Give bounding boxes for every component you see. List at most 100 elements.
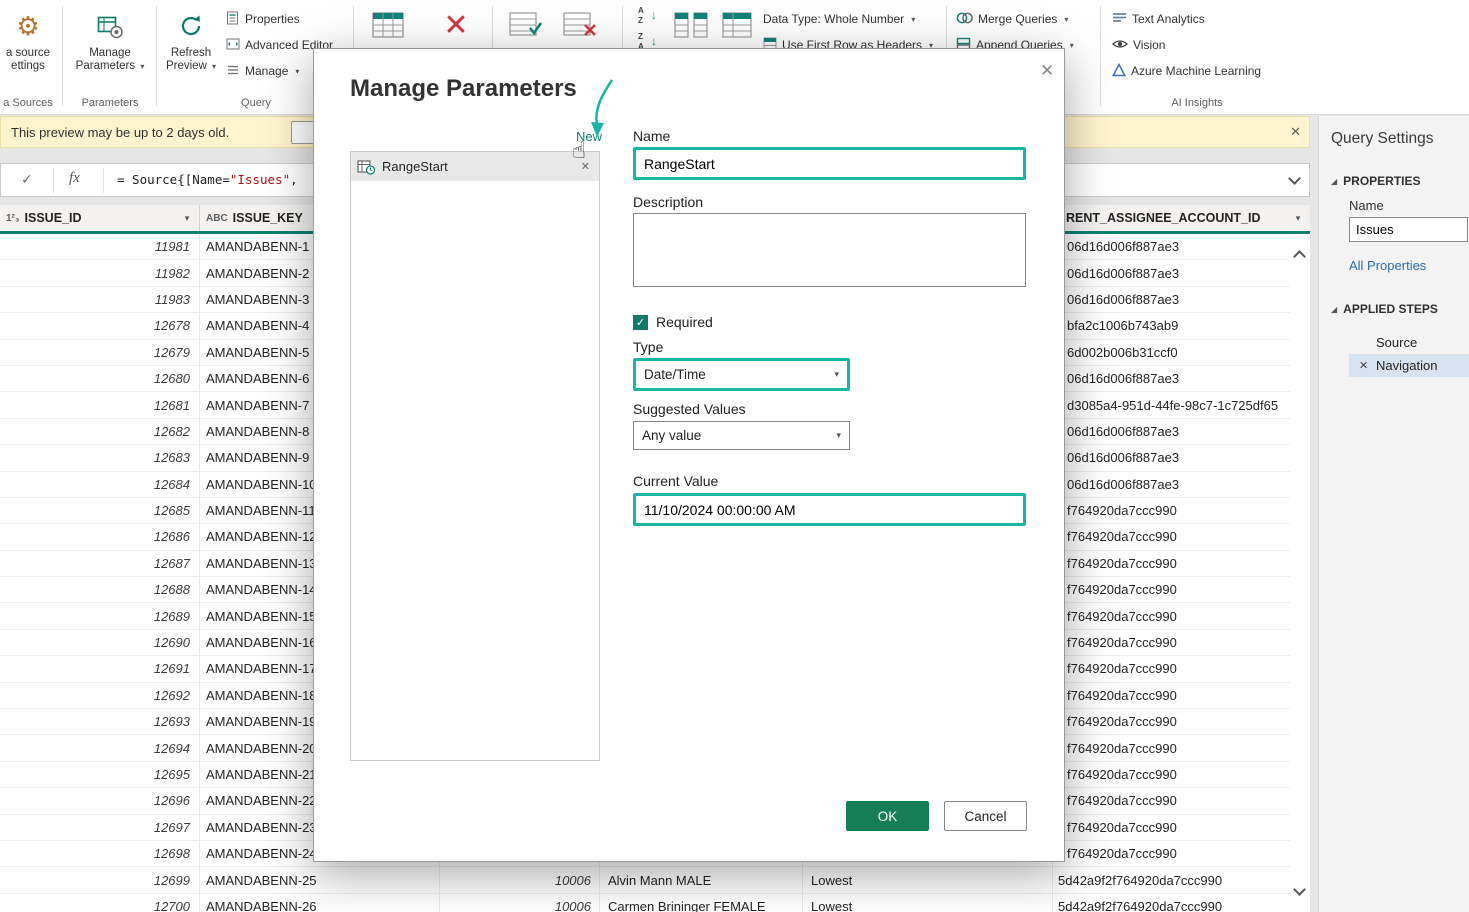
cell-issue-id[interactable]: 11981: [0, 234, 200, 259]
scroll-down-icon[interactable]: [1293, 883, 1306, 896]
parameter-list-item-rangestart[interactable]: RangeStart ✕: [351, 152, 599, 181]
cell-account-id[interactable]: 06d16d006f887ae3: [1053, 287, 1290, 312]
cell-account-id[interactable]: d3085a4-951d-44fe-98c7-1c725df65: [1053, 392, 1290, 417]
cell-issue-id[interactable]: 12679: [0, 340, 200, 365]
remove-rows-button[interactable]: [556, 8, 604, 47]
cell-account-id[interactable]: 5d42a9f2f764920da7ccc990: [1053, 867, 1290, 892]
cell-issue-id[interactable]: 12689: [0, 603, 200, 628]
parameter-description-input[interactable]: [633, 213, 1026, 287]
type-dropdown[interactable]: Date/Time ▾: [633, 358, 850, 391]
cell-account-id[interactable]: 06d16d006f887ae3: [1053, 234, 1290, 259]
cell-issue-id[interactable]: 12680: [0, 366, 200, 391]
cell-issue-id[interactable]: 11982: [0, 260, 200, 285]
cell-issue-id[interactable]: 12695: [0, 762, 200, 787]
filter-button[interactable]: ▾: [179, 210, 195, 226]
delete-step-icon[interactable]: ✕: [1359, 359, 1368, 372]
properties-button[interactable]: Properties: [226, 8, 300, 30]
cell-person[interactable]: Carmen Brininger FEMALE: [600, 894, 803, 912]
cell-priority[interactable]: Lowest: [803, 894, 1053, 912]
column-header-issue-id[interactable]: 1²₃ ISSUE_ID ▾: [0, 205, 200, 231]
data-type-button[interactable]: Data Type: Whole Number ▾: [763, 8, 915, 30]
dialog-close-icon[interactable]: ✕: [1040, 61, 1054, 81]
cell-account-id[interactable]: 06d16d006f887ae3: [1053, 419, 1290, 444]
manage-parameters-button[interactable]: Manage Parameters ▾: [66, 8, 154, 73]
cell-person[interactable]: Alvin Mann MALE: [600, 867, 803, 892]
cell-account-id[interactable]: f764920da7ccc990: [1053, 762, 1290, 787]
vertical-scrollbar[interactable]: [1290, 234, 1310, 912]
cell-account-id[interactable]: 06d16d006f887ae3: [1053, 260, 1290, 285]
applied-steps-section-header[interactable]: ◢ APPLIED STEPS: [1331, 302, 1438, 316]
cell-account-id[interactable]: f764920da7ccc990: [1053, 630, 1290, 655]
cell-issue-id[interactable]: 12693: [0, 709, 200, 734]
cell-account-id[interactable]: f764920da7ccc990: [1053, 524, 1290, 549]
cell-account-id[interactable]: 06d16d006f887ae3: [1053, 366, 1290, 391]
column-header-account-id[interactable]: RENT_ASSIGNEE_ACCOUNT_ID ▾: [1053, 205, 1310, 231]
cell-issue-id[interactable]: 12685: [0, 498, 200, 523]
applied-step-navigation[interactable]: ✕ Navigation: [1349, 354, 1469, 377]
cell-issue-id[interactable]: 12696: [0, 788, 200, 813]
cell-issue-id[interactable]: 12697: [0, 815, 200, 840]
cell-account-id[interactable]: 06d16d006f887ae3: [1053, 445, 1290, 470]
formula-input[interactable]: = Source{[Name="Issues",: [117, 172, 298, 187]
cell-account-id[interactable]: f764920da7ccc990: [1053, 841, 1290, 866]
cell-issue-id[interactable]: 12686: [0, 524, 200, 549]
remove-columns-button[interactable]: ✕: [436, 8, 476, 47]
vision-button[interactable]: Vision: [1112, 34, 1165, 56]
cell-issue-id[interactable]: 11983: [0, 287, 200, 312]
azure-machine-learning-button[interactable]: Azure Machine Learning: [1112, 60, 1261, 82]
split-column-button[interactable]: [668, 8, 714, 47]
cell-reporter-id[interactable]: 10006: [440, 894, 600, 912]
current-value-input[interactable]: [633, 493, 1026, 526]
text-analytics-button[interactable]: Text Analytics: [1112, 8, 1205, 30]
cell-issue-id[interactable]: 12690: [0, 630, 200, 655]
cell-issue-id[interactable]: 12684: [0, 472, 200, 497]
cell-account-id[interactable]: f764920da7ccc990: [1053, 498, 1290, 523]
cell-issue-id[interactable]: 12700: [0, 894, 200, 912]
cell-issue-key[interactable]: AMANDABENN-25: [200, 867, 440, 892]
cell-account-id[interactable]: f764920da7ccc990: [1053, 788, 1290, 813]
cell-issue-id[interactable]: 12681: [0, 392, 200, 417]
parameter-name-input[interactable]: [633, 147, 1026, 180]
refresh-preview-button[interactable]: Refresh Preview ▾: [160, 8, 222, 73]
cell-reporter-id[interactable]: 10006: [440, 867, 600, 892]
cell-issue-id[interactable]: 12688: [0, 577, 200, 602]
all-properties-link[interactable]: All Properties: [1349, 258, 1426, 273]
cell-account-id[interactable]: f764920da7ccc990: [1053, 656, 1290, 681]
applied-step-source[interactable]: Source: [1349, 331, 1469, 354]
group-by-button[interactable]: [718, 8, 758, 47]
cell-issue-id[interactable]: 12682: [0, 419, 200, 444]
data-source-settings-button[interactable]: ⚙ a source ettings: [0, 8, 58, 73]
cell-issue-id[interactable]: 12691: [0, 656, 200, 681]
manage-button[interactable]: Manage ▾: [226, 60, 299, 82]
cell-priority[interactable]: Lowest: [803, 867, 1053, 892]
cell-issue-id[interactable]: 12699: [0, 867, 200, 892]
cell-issue-id[interactable]: 12698: [0, 841, 200, 866]
filter-button[interactable]: ▾: [1290, 210, 1306, 226]
cell-account-id[interactable]: 5d42a9f2f764920da7ccc990: [1053, 894, 1290, 912]
cell-account-id[interactable]: f764920da7ccc990: [1053, 683, 1290, 708]
cell-issue-id[interactable]: 12683: [0, 445, 200, 470]
cell-account-id[interactable]: f764920da7ccc990: [1053, 735, 1290, 760]
cell-account-id[interactable]: f764920da7ccc990: [1053, 815, 1290, 840]
cell-issue-id[interactable]: 12692: [0, 683, 200, 708]
cell-account-id[interactable]: 6d002b006b31ccf0: [1053, 340, 1290, 365]
required-checkbox[interactable]: ✓: [633, 315, 648, 330]
cell-issue-key[interactable]: AMANDABENN-26: [200, 894, 440, 912]
cell-account-id[interactable]: f764920da7ccc990: [1053, 709, 1290, 734]
scroll-up-icon[interactable]: [1293, 250, 1306, 263]
suggested-values-dropdown[interactable]: Any value ▾: [633, 421, 850, 450]
cell-account-id[interactable]: f764920da7ccc990: [1053, 603, 1290, 628]
sort-ascending-button[interactable]: AZ↓: [636, 6, 658, 28]
ok-button[interactable]: OK: [846, 801, 929, 831]
merge-queries-button[interactable]: Merge Queries ▾: [956, 8, 1068, 30]
new-parameter-link[interactable]: New: [576, 129, 602, 144]
choose-columns-button[interactable]: [366, 8, 414, 47]
cell-account-id[interactable]: 06d16d006f887ae3: [1053, 472, 1290, 497]
properties-section-header[interactable]: ◢ PROPERTIES: [1331, 174, 1421, 188]
cell-account-id[interactable]: bfa2c1006b743ab9: [1053, 313, 1290, 338]
cell-account-id[interactable]: f764920da7ccc990: [1053, 577, 1290, 602]
cell-issue-id[interactable]: 12678: [0, 313, 200, 338]
formula-expand-icon[interactable]: [1288, 172, 1301, 185]
cell-account-id[interactable]: f764920da7ccc990: [1053, 551, 1290, 576]
query-name-input[interactable]: [1349, 217, 1468, 242]
